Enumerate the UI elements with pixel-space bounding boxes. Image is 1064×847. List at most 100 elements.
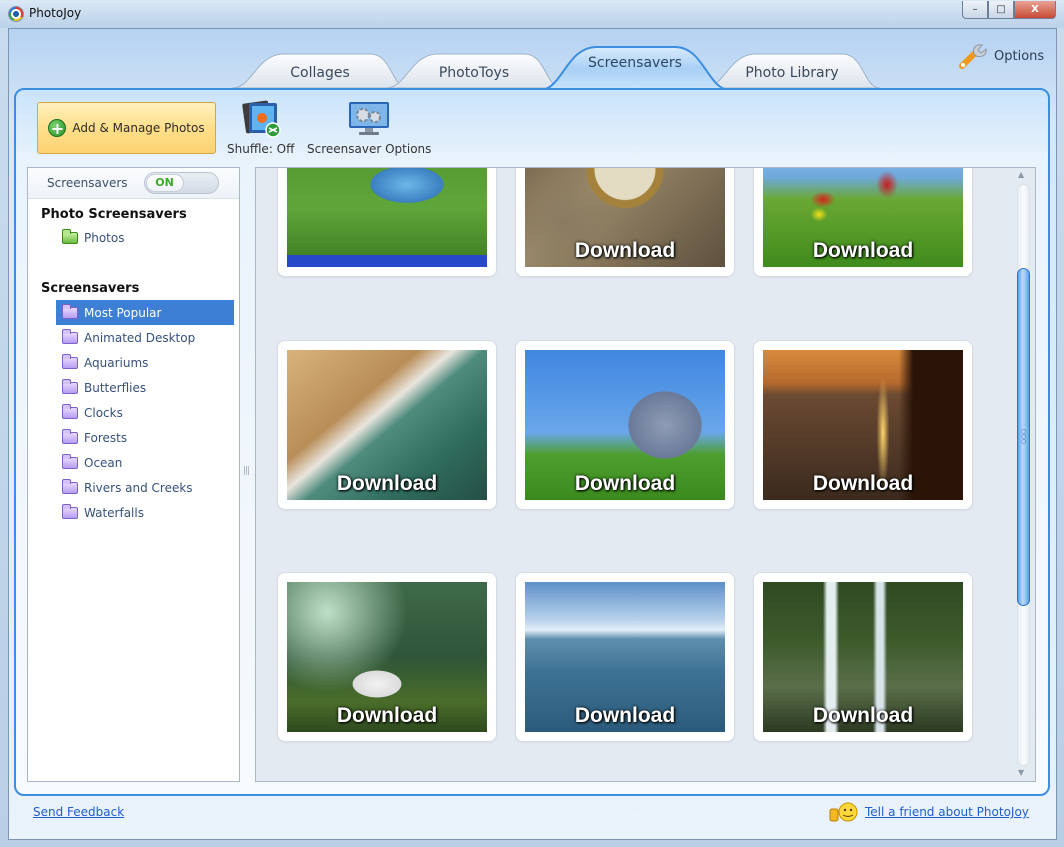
thumbnail-pocket-watch: Download — [525, 168, 725, 267]
close-button[interactable]: X — [1014, 1, 1056, 19]
sidebar-item-label: Animated Desktop — [84, 330, 196, 345]
sidebar-item-label: Clocks — [84, 405, 123, 420]
download-label: Download — [574, 472, 676, 495]
gallery-scrollbar[interactable]: ▲ ○ ○ ○ ▼ — [1013, 170, 1033, 780]
tab-label: Photo Library — [745, 65, 839, 81]
thumbnail-sunset: Download — [763, 350, 963, 500]
grip-icon: ○ ○ ○ — [1021, 428, 1027, 445]
folder-open-icon — [62, 303, 78, 319]
folder-icon — [62, 478, 78, 494]
download-label: Download — [812, 239, 914, 262]
screensaver-options-label: Screensaver Options — [307, 142, 432, 156]
plus-icon: + — [48, 119, 67, 137]
download-label: Download — [336, 704, 438, 727]
screensaver-card[interactable]: Download — [277, 340, 497, 510]
tab-photo-library[interactable]: Photo Library — [704, 52, 880, 88]
thumbs-up-smiley-icon — [829, 802, 858, 822]
folder-icon — [62, 228, 78, 244]
tab-label: PhotoToys — [438, 65, 510, 81]
screensavers-heading: Screensavers — [41, 281, 140, 296]
thumbnail-waterfall: Download — [763, 582, 963, 732]
window-controls: – □ X — [962, 1, 1056, 19]
screensaver-card[interactable]: Download — [753, 168, 973, 277]
shuffle-label: Shuffle: Off — [227, 142, 295, 156]
tab-screensavers[interactable]: Screensavers — [540, 46, 730, 90]
screensavers-toggle[interactable]: ON — [143, 172, 219, 194]
download-label: Download — [574, 704, 676, 727]
sidebar-item-label: Rivers and Creeks — [84, 480, 193, 495]
monitor-gears-icon — [349, 102, 390, 135]
tab-label: Collages — [290, 65, 350, 81]
options-button[interactable]: Options — [958, 42, 1044, 70]
screensaver-card[interactable]: Download — [515, 168, 735, 277]
download-label: Download — [812, 472, 914, 495]
wrench-icon — [959, 44, 987, 69]
folder-icon — [62, 328, 78, 344]
thumbnail-beach: Download — [287, 350, 487, 500]
screensavers-toggle-row: Screensavers ON — [28, 168, 239, 199]
folder-icon — [62, 428, 78, 444]
screensaver-options-button[interactable]: Screensaver Options — [307, 100, 431, 156]
sidebar-item-most-popular[interactable]: Most Popular — [56, 300, 234, 325]
options-label: Options — [994, 48, 1045, 64]
sidebar-item-aquariums[interactable]: Aquariums — [56, 350, 234, 375]
screensaver-gallery: Download Download Download Download Down… — [255, 167, 1036, 782]
download-label: Download — [336, 472, 438, 495]
sidebar-item-butterflies[interactable]: Butterflies — [56, 375, 234, 400]
window-title: PhotoJoy — [29, 6, 82, 20]
sidebar-item-label: Butterflies — [84, 380, 147, 395]
sidebar-item-photos[interactable]: Photos — [56, 225, 234, 250]
sidebar-item-forests[interactable]: Forests — [56, 425, 234, 450]
thumbnail-unicorn: Download — [287, 582, 487, 732]
thumbnail-dolphin: Download — [525, 350, 725, 500]
folder-icon — [62, 353, 78, 369]
sidebar: Screensavers ON Photo Screensavers Photo… — [27, 167, 240, 782]
tab-phototoys[interactable]: PhotoToys — [386, 52, 562, 88]
folder-icon — [62, 453, 78, 469]
shuffle-photos-icon — [241, 100, 281, 138]
toggle-state: ON — [145, 174, 184, 192]
folder-icon — [62, 378, 78, 394]
thumbnail-butterflies: Download — [763, 168, 963, 267]
folder-icon — [62, 403, 78, 419]
screensaver-card[interactable]: Download — [753, 340, 973, 510]
title-bar: PhotoJoy – □ X — [0, 0, 1064, 28]
sidebar-item-rivers-and-creeks[interactable]: Rivers and Creeks — [56, 475, 234, 500]
sidebar-item-animated-desktop[interactable]: Animated Desktop — [56, 325, 234, 350]
screensaver-card[interactable] — [277, 168, 497, 277]
sidebar-item-clocks[interactable]: Clocks — [56, 400, 234, 425]
tab-collages[interactable]: Collages — [232, 52, 408, 88]
minimize-button[interactable]: – — [962, 1, 988, 19]
screensaver-card[interactable]: Download — [753, 572, 973, 742]
tell-a-friend-link[interactable]: Tell a friend about PhotoJoy — [865, 805, 1029, 819]
add-manage-photos-label: Add & Manage Photos — [72, 121, 205, 135]
scroll-thumb[interactable]: ○ ○ ○ — [1017, 268, 1030, 606]
scroll-up-arrow-icon[interactable]: ▲ — [1018, 170, 1024, 179]
sidebar-item-label: Waterfalls — [84, 505, 144, 520]
screensavers-toggle-label: Screensavers — [47, 176, 128, 190]
sidebar-item-label: Most Popular — [84, 305, 162, 320]
splitter-handle[interactable]: ||| — [243, 466, 250, 476]
send-feedback-link[interactable]: Send Feedback — [33, 805, 124, 819]
thumbnail-ocean: Download — [525, 582, 725, 732]
download-label: Download — [812, 704, 914, 727]
download-label: Download — [574, 239, 676, 262]
screensaver-card[interactable]: Download — [515, 340, 735, 510]
screensaver-card[interactable]: Download — [277, 572, 497, 742]
tab-label: Screensavers — [588, 55, 682, 71]
thumbnail-aquarium — [287, 168, 487, 267]
screensaver-card[interactable]: Download — [515, 572, 735, 742]
sidebar-item-label: Aquariums — [84, 355, 149, 370]
app-logo-icon — [8, 6, 24, 22]
shuffle-button[interactable]: Shuffle: Off — [227, 100, 294, 156]
sidebar-item-label: Forests — [84, 430, 128, 445]
sidebar-item-label: Ocean — [84, 455, 123, 470]
sidebar-item-ocean[interactable]: Ocean — [56, 450, 234, 475]
folder-icon — [62, 503, 78, 519]
sidebar-item-label: Photos — [84, 230, 125, 245]
photo-screensavers-heading: Photo Screensavers — [41, 207, 187, 222]
maximize-button[interactable]: □ — [988, 1, 1014, 19]
add-manage-photos-button[interactable]: + Add & Manage Photos — [37, 102, 216, 154]
scroll-down-arrow-icon[interactable]: ▼ — [1018, 768, 1024, 777]
sidebar-item-waterfalls[interactable]: Waterfalls — [56, 500, 234, 525]
